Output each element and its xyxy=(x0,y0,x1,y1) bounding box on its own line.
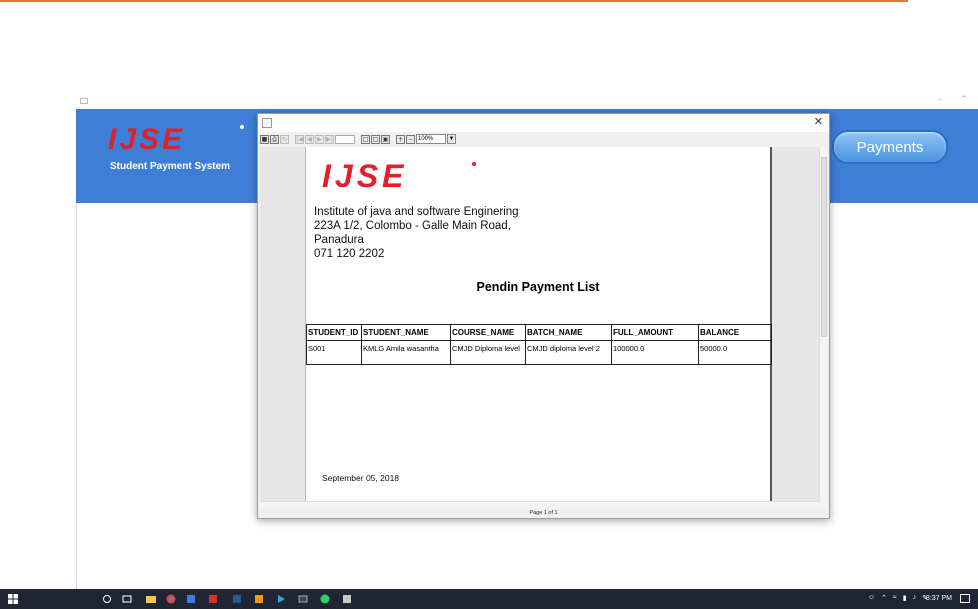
previous-page-icon[interactable]: ◀ xyxy=(305,134,314,144)
scroll-thumb[interactable] xyxy=(821,157,827,337)
page-status: Page 1 of 1 xyxy=(529,510,558,516)
app-icon[interactable] xyxy=(186,594,196,604)
top-accent-line xyxy=(0,0,908,2)
word-icon[interactable] xyxy=(232,594,242,604)
file-explorer-icon[interactable] xyxy=(146,594,156,604)
pending-payment-table: STUDENT_ID STUDENT_NAME COURSE_NAME BATC… xyxy=(306,324,772,365)
system-tray: ☺ ⌃ ≈ ▮ ♪ ✎ xyxy=(868,594,928,602)
next-page-icon[interactable]: ▶ xyxy=(315,134,324,144)
app-subtitle: Student Payment System xyxy=(110,161,231,172)
app-border xyxy=(76,203,77,589)
last-page-icon[interactable]: ▶| xyxy=(325,134,334,144)
task-view-icon[interactable] xyxy=(122,594,132,604)
page-number-input[interactable] xyxy=(335,134,355,144)
package-icon[interactable] xyxy=(254,594,264,604)
report-view-area[interactable]: IJSE Institute of java and software Engi… xyxy=(260,147,820,507)
horizontal-scrollbar[interactable] xyxy=(260,501,820,508)
print-icon[interactable]: ⎙ xyxy=(270,134,279,144)
address-line-1: Institute of java and software Enginerin… xyxy=(314,206,519,218)
notification-icon[interactable] xyxy=(960,594,970,603)
column-header: STUDENT_ID xyxy=(306,324,362,341)
actual-size-icon[interactable]: □ xyxy=(361,134,370,144)
phone-number: 071 120 2202 xyxy=(314,248,385,260)
column-header: BALANCE xyxy=(698,324,772,341)
collapse-button[interactable]: ⌃ xyxy=(960,95,968,105)
volume-icon[interactable]: ♪ xyxy=(913,594,917,602)
reload-icon[interactable]: ↻ xyxy=(280,134,289,144)
cell-student-name: KMLG Amila wasantha xyxy=(361,340,451,365)
zoom-out-icon[interactable]: − xyxy=(406,134,415,144)
people-icon[interactable]: ☺ xyxy=(868,594,875,602)
report-ijse-logo: IJSE xyxy=(322,158,482,196)
fit-page-icon[interactable]: □ xyxy=(371,134,380,144)
table-row: S001 KMLG Amila wasantha CMJD Diploma le… xyxy=(306,340,772,365)
column-header: BATCH_NAME xyxy=(525,324,612,341)
terminal-icon[interactable] xyxy=(298,594,308,604)
payments-button[interactable]: Payments xyxy=(832,130,948,164)
institute-address: Institute of java and software Enginerin… xyxy=(314,205,519,261)
close-button[interactable]: ✕ xyxy=(814,115,823,128)
app-titlebar: – ⌃ xyxy=(76,95,978,109)
minimize-button[interactable]: – xyxy=(938,95,943,105)
network-icon[interactable]: ≈ xyxy=(893,594,897,602)
cell-course-name: CMJD Diploma level xyxy=(450,340,526,365)
app-window-icon xyxy=(80,98,88,104)
ijse-logo-text: IJSE xyxy=(108,123,185,153)
java-app-icon[interactable] xyxy=(342,594,352,604)
column-header: FULL_AMOUNT xyxy=(611,324,699,341)
report-logo-text: IJSE xyxy=(322,159,407,191)
address-line-3: Panadura xyxy=(314,234,364,246)
save-icon[interactable]: ■ xyxy=(260,134,269,144)
chevron-up-icon[interactable]: ⌃ xyxy=(881,594,887,602)
windows-start-icon[interactable] xyxy=(8,594,18,604)
zoom-in-icon[interactable]: + xyxy=(396,134,405,144)
play-icon[interactable] xyxy=(276,594,286,604)
cell-student-id: S001 xyxy=(306,340,362,365)
fit-width-icon[interactable]: ▣ xyxy=(381,134,390,144)
chevron-down-icon[interactable]: ▼ xyxy=(447,134,456,144)
report-page: IJSE Institute of java and software Engi… xyxy=(305,147,772,507)
acrobat-icon[interactable] xyxy=(208,594,218,604)
cell-balance: 50000.0 xyxy=(698,340,772,365)
zoom-select[interactable]: 100% xyxy=(416,134,446,144)
address-line-2: 223A 1/2, Colombo - Galle Main Road, xyxy=(314,220,511,232)
viewer-window-icon xyxy=(262,118,272,128)
table-header-row: STUDENT_ID STUDENT_NAME COURSE_NAME BATC… xyxy=(306,324,772,341)
windows-taskbar: ☺ ⌃ ≈ ▮ ♪ ✎ 8:37 PM xyxy=(0,589,978,609)
search-icon[interactable] xyxy=(102,594,112,604)
viewer-titlebar: ✕ xyxy=(258,114,829,132)
chrome-icon[interactable] xyxy=(166,594,176,604)
battery-icon[interactable]: ▮ xyxy=(903,594,907,602)
cell-full-amount: 100000.0 xyxy=(611,340,699,365)
cell-batch-name: CMJD diploma level 2 xyxy=(525,340,612,365)
report-viewer-window: ✕ ■ ⎙ ↻ |◀ ◀ ▶ ▶| □ □ ▣ + − 100% ▼ IJSE xyxy=(257,113,830,519)
column-header: STUDENT_NAME xyxy=(361,324,451,341)
taskbar-clock[interactable]: 8:37 PM xyxy=(926,595,952,602)
report-title: Pendin Payment List xyxy=(476,280,600,294)
report-date: September 05, 2018 xyxy=(322,473,400,483)
column-header: COURSE_NAME xyxy=(450,324,526,341)
ijse-logo: IJSE xyxy=(106,123,246,158)
first-page-icon[interactable]: |◀ xyxy=(295,134,304,144)
viewer-toolbar: ■ ⎙ ↻ |◀ ◀ ▶ ▶| □ □ ▣ + − 100% ▼ xyxy=(258,132,829,146)
vertical-scrollbar[interactable] xyxy=(819,147,827,509)
whatsapp-icon[interactable] xyxy=(320,594,330,604)
